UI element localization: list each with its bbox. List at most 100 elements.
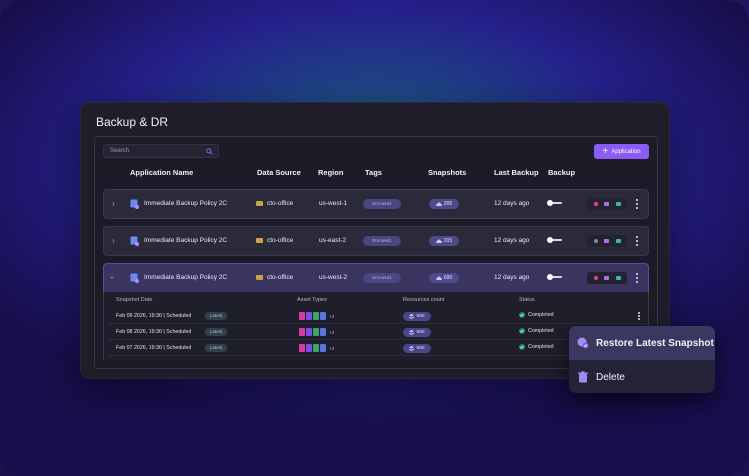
datasource-icon xyxy=(256,200,263,206)
asset-type-icon xyxy=(313,312,319,320)
app-icon xyxy=(130,236,139,246)
restore-icon xyxy=(577,337,589,349)
status-indicators xyxy=(587,198,627,210)
snapshot-row[interactable]: Feb 08 2026, 19:30 | Scheduled Latest +3… xyxy=(108,325,646,340)
robot-icon xyxy=(604,239,609,243)
latest-badge: Latest xyxy=(205,344,227,352)
col-snapshot-date: Snapshot Date xyxy=(116,297,153,303)
chevron-down-icon[interactable]: › xyxy=(108,276,117,279)
check-icon xyxy=(519,344,525,350)
status-completed: Completed xyxy=(519,344,554,350)
asset-types: +3 xyxy=(299,344,334,352)
cloud-icon xyxy=(435,202,442,206)
status-dot-icon xyxy=(593,276,598,280)
tag-badge: Env:wed1 xyxy=(363,199,401,209)
table-row[interactable]: › Immediate Backup Policy 2C cto-office … xyxy=(103,226,649,256)
asset-more-count: +3 xyxy=(329,329,335,335)
chevron-right-icon[interactable]: › xyxy=(112,199,115,208)
more-options-icon[interactable] xyxy=(637,312,640,320)
asset-type-icon xyxy=(306,328,312,336)
more-options-icon[interactable] xyxy=(635,199,638,209)
col-last-backup[interactable]: Last Backup xyxy=(494,168,539,177)
col-tags[interactable]: Tags xyxy=(365,168,382,177)
region: us-west-1 xyxy=(319,200,348,207)
asset-type-icon xyxy=(299,344,305,352)
datasource-icon xyxy=(256,237,263,243)
snapshot-date: Feb 07 2026, 19:30 | Scheduled xyxy=(116,345,192,351)
tag-badge: Env:wed1 xyxy=(363,236,401,246)
asset-type-icon xyxy=(299,328,305,336)
app-name[interactable]: Immediate Backup Policy 2C xyxy=(144,237,227,244)
latest-badge: Latest xyxy=(205,328,227,336)
asset-more-count: +3 xyxy=(329,313,335,319)
region: us-east-2 xyxy=(319,237,347,244)
latest-badge: Latest xyxy=(205,312,227,320)
snapshot-row[interactable]: Feb 09 2026, 19:30 | Scheduled Latest +3… xyxy=(108,309,646,324)
app-name[interactable]: Immediate Backup Policy 2C xyxy=(144,274,227,281)
snapshot-date: Feb 08 2026, 19:30 | Scheduled xyxy=(116,329,192,335)
robot-icon xyxy=(604,202,609,206)
tag-badge: Env:wed1 xyxy=(363,273,401,283)
last-backup: 12 days ago xyxy=(494,274,530,281)
layers-icon xyxy=(409,346,415,351)
restore-latest-snapshot-item[interactable]: Restore Latest Snapshot xyxy=(569,326,715,360)
status-dot-icon xyxy=(593,202,598,206)
table-row[interactable]: › Immediate Backup Policy 2C cto-office … xyxy=(103,189,649,219)
app-icon xyxy=(130,273,139,283)
asset-type-icon xyxy=(313,344,319,352)
asset-type-icon xyxy=(306,312,312,320)
trash-icon xyxy=(578,371,588,383)
status-completed: Completed xyxy=(519,328,554,334)
region: us-west-2 xyxy=(319,274,348,281)
restore-latest-snapshot-label: Restore Latest Snapshot xyxy=(596,337,714,349)
snapshot-date: Feb 09 2026, 19:30 | Scheduled xyxy=(116,313,192,319)
col-backup[interactable]: Backup xyxy=(548,168,575,177)
more-options-icon[interactable] xyxy=(635,236,638,246)
chevron-right-icon[interactable]: › xyxy=(112,236,115,245)
cloud-icon xyxy=(435,239,442,243)
snapshots-badge[interactable]: 205 xyxy=(429,199,459,209)
link-icon xyxy=(615,239,621,243)
add-application-button[interactable]: + Application xyxy=(594,144,649,159)
layers-icon xyxy=(409,314,415,319)
snapshot-row[interactable]: Feb 07 2026, 19:30 | Scheduled Latest +3… xyxy=(108,341,646,356)
col-asset-types: Asset Types xyxy=(297,297,327,303)
col-data-source[interactable]: Data Source xyxy=(257,168,301,177)
col-region[interactable]: Region xyxy=(318,168,343,177)
more-options-icon[interactable] xyxy=(635,273,638,283)
status-completed: Completed xyxy=(519,312,554,318)
app-name[interactable]: Immediate Backup Policy 2C xyxy=(144,200,227,207)
app-icon xyxy=(130,199,139,209)
asset-types: +3 xyxy=(299,312,334,320)
data-source: cto-office xyxy=(256,200,293,207)
backup-toggle[interactable] xyxy=(547,273,562,280)
search-icon xyxy=(206,148,213,155)
status-indicators xyxy=(587,272,627,284)
plus-icon: + xyxy=(602,145,609,157)
delete-item[interactable]: Delete xyxy=(569,360,715,393)
check-icon xyxy=(519,312,525,318)
robot-icon xyxy=(604,276,609,280)
snapshots-badge[interactable]: 690 xyxy=(429,273,459,283)
snapshots-badge[interactable]: 315 xyxy=(429,236,459,246)
cloud-icon xyxy=(435,276,442,280)
col-application-name[interactable]: Application Name xyxy=(130,168,193,177)
link-icon xyxy=(615,276,621,280)
search-input[interactable]: Search xyxy=(103,144,219,158)
resources-badge: 690 xyxy=(403,328,431,337)
table-row[interactable]: › Immediate Backup Policy 2C cto-office … xyxy=(103,263,649,293)
resources-badge: 690 xyxy=(403,312,431,321)
col-snapshots[interactable]: Snapshots xyxy=(428,168,466,177)
status-indicators xyxy=(587,235,627,247)
last-backup: 12 days ago xyxy=(494,200,530,207)
backup-toggle[interactable] xyxy=(547,199,562,206)
context-menu: Restore Latest Snapshot Delete xyxy=(569,326,715,393)
asset-types: +3 xyxy=(299,328,334,336)
asset-type-icon xyxy=(320,344,326,352)
background: Backup & DR Search + Application Applica… xyxy=(0,0,749,476)
backup-toggle[interactable] xyxy=(547,236,562,243)
asset-type-icon xyxy=(320,312,326,320)
resources-badge: 690 xyxy=(403,344,431,353)
check-icon xyxy=(519,328,525,334)
link-icon xyxy=(615,202,621,206)
